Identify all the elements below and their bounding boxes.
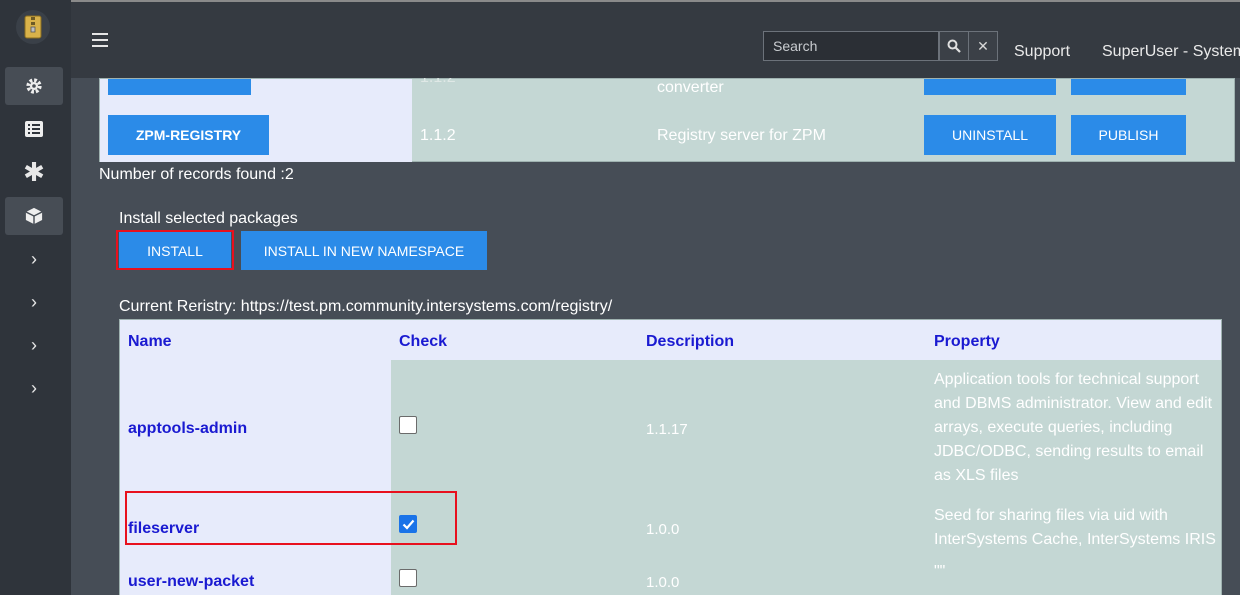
- sidebar-settings[interactable]: [5, 67, 63, 105]
- sidebar-packages[interactable]: [5, 197, 63, 235]
- package-version: 1.0.0: [646, 521, 680, 538]
- chevron-right-icon: ›: [31, 334, 37, 355]
- package-version: 1.1.2: [420, 127, 456, 144]
- upper-package-table: 1.1.2 converter ZPM-REGISTRY 1.1.2 Regis…: [99, 78, 1235, 162]
- support-link[interactable]: Support: [1014, 43, 1070, 61]
- highlight-box: [116, 230, 234, 270]
- gear-icon: [26, 78, 42, 94]
- records-count: Number of records found :2: [99, 166, 294, 183]
- clear-search-button[interactable]: ✕: [968, 31, 998, 61]
- package-name-button-zpm-registry[interactable]: ZPM-REGISTRY: [108, 115, 269, 155]
- sidebar-expand-3[interactable]: ›: [5, 326, 63, 364]
- install-new-namespace-button[interactable]: INSTALL IN NEW NAMESPACE: [241, 231, 487, 270]
- archive-icon: [24, 15, 42, 39]
- search-button[interactable]: [939, 31, 969, 61]
- uninstall-button[interactable]: [924, 79, 1056, 95]
- package-table: Name Check Description Property apptools…: [119, 319, 1222, 595]
- package-name-user-new-packet[interactable]: user-new-packet: [128, 573, 254, 591]
- search-icon: [947, 39, 961, 53]
- publish-button[interactable]: PUBLISH: [1071, 115, 1186, 155]
- package-property: Seed for sharing files via uid with Inte…: [934, 507, 1216, 548]
- column-header-property[interactable]: Property: [934, 333, 1000, 351]
- table-header: Name Check Description Property: [120, 320, 1221, 360]
- sidebar-list[interactable]: [5, 110, 63, 148]
- sidebar-asterisk[interactable]: ✱: [5, 153, 63, 191]
- main-content: 1.1.2 converter ZPM-REGISTRY 1.1.2 Regis…: [71, 78, 1240, 595]
- publish-button[interactable]: [1071, 79, 1186, 95]
- sidebar-expand-1[interactable]: ›: [5, 240, 63, 278]
- package-version: 1.0.0: [646, 574, 680, 591]
- chevron-right-icon: ›: [31, 248, 37, 269]
- sidebar-expand-4[interactable]: ›: [5, 369, 63, 407]
- package-description: converter: [657, 79, 724, 96]
- highlight-box: [125, 491, 457, 545]
- column-header-name[interactable]: Name: [128, 333, 172, 351]
- cube-icon: [25, 207, 43, 225]
- checkbox-user-new-packet[interactable]: [399, 569, 417, 587]
- asterisk-icon: ✱: [23, 156, 45, 187]
- sidebar: ✱ › › › ›: [0, 0, 71, 595]
- package-name-button[interactable]: [108, 79, 251, 95]
- package-property: Application tools for technical support …: [934, 371, 1213, 484]
- package-name-apptools-admin[interactable]: apptools-admin: [128, 420, 247, 438]
- hamburger-menu-icon[interactable]: [92, 33, 108, 51]
- package-property: "": [934, 563, 946, 580]
- package-version: 1.1.17: [646, 421, 688, 438]
- column-header-description[interactable]: Description: [646, 333, 734, 351]
- checkbox-apptools-admin[interactable]: [399, 416, 417, 434]
- column-header-check[interactable]: Check: [399, 333, 447, 351]
- list-icon: [25, 121, 43, 137]
- install-section-label: Install selected packages: [119, 210, 298, 227]
- chevron-right-icon: ›: [31, 377, 37, 398]
- user-menu[interactable]: SuperUser - System: [1102, 43, 1240, 61]
- current-registry: Current Reristry: https://test.pm.commun…: [119, 298, 613, 315]
- app-logo[interactable]: [16, 10, 50, 44]
- close-icon: ✕: [977, 37, 989, 54]
- uninstall-button[interactable]: UNINSTALL: [924, 115, 1056, 155]
- package-version: 1.1.2: [420, 78, 456, 87]
- top-bar: ✕ Support SuperUser - System: [71, 0, 1240, 78]
- search-input[interactable]: [763, 31, 939, 61]
- package-description: Registry server for ZPM: [657, 127, 826, 144]
- sidebar-expand-2[interactable]: ›: [5, 283, 63, 321]
- chevron-right-icon: ›: [31, 291, 37, 312]
